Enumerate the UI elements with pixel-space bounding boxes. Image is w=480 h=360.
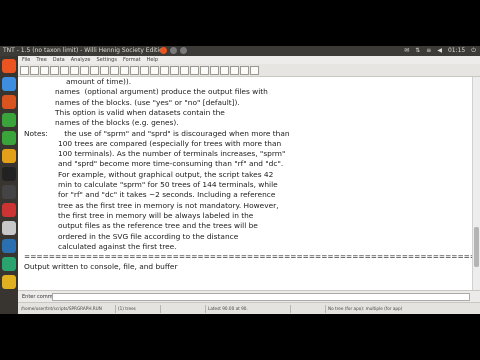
minimize-icon[interactable]: [170, 47, 177, 54]
toolbar-button[interactable]: [100, 65, 109, 75]
output-area[interactable]: amount of time)). names (optional argumen…: [18, 77, 472, 290]
launcher-app-icon[interactable]: [2, 167, 16, 181]
launcher-app-icon[interactable]: [2, 131, 16, 145]
mail-icon[interactable]: ✉: [404, 46, 409, 56]
top-panel: TNT - 1.5 (no taxon limit) - Willi Henni…: [0, 46, 480, 56]
launcher-app-icon[interactable]: [2, 185, 16, 199]
toolbar-button[interactable]: [60, 65, 69, 75]
status-tree-info: No tree (for apo): multiple (for app): [328, 306, 403, 311]
status-latest: Latest 90.00 at 90.: [208, 306, 248, 311]
status-divider: [205, 305, 206, 313]
output-line: 100 terminals). As the number of termina…: [58, 149, 286, 159]
maximize-icon[interactable]: [180, 47, 187, 54]
menu-data[interactable]: Data: [53, 56, 65, 64]
output-line: names of the blocks (e.g. genes).: [55, 118, 179, 128]
toolbar-button[interactable]: [170, 65, 179, 75]
output-line: amount of time)).: [66, 77, 132, 86]
output-line: output files as the reference tree and t…: [58, 221, 258, 231]
output-line: tree as the first tree in memory is not …: [58, 200, 279, 210]
toolbar-button[interactable]: [40, 65, 49, 75]
output-line: the first tree in memory will be always …: [58, 210, 254, 220]
launcher-app-icon[interactable]: [2, 95, 16, 109]
window-title: TNT - 1.5 (no taxon limit) - Willi Henni…: [3, 47, 167, 54]
menu-bar: File Tree Data Analyze Settings Format H…: [18, 56, 480, 64]
toolbar: [18, 64, 480, 77]
toolbar-button[interactable]: [140, 65, 149, 75]
status-divider: [290, 305, 291, 313]
launcher: [0, 56, 18, 314]
toolbar-button[interactable]: [20, 65, 29, 75]
output-line: For example, without graphical output, t…: [58, 169, 274, 179]
toolbar-button[interactable]: [130, 65, 139, 75]
menu-tree[interactable]: Tree: [36, 56, 46, 64]
output-line: names (optional argument) produce the ou…: [55, 87, 268, 97]
status-divider: [325, 305, 326, 313]
output-line: Notes: the use of "sprm" and "sprd" is d…: [24, 128, 290, 138]
vertical-scrollbar[interactable]: [472, 77, 480, 290]
clock[interactable]: 01:15: [448, 46, 465, 56]
output-line: This option is valid when datasets conta…: [55, 107, 225, 117]
power-icon[interactable]: ⏻: [471, 46, 476, 56]
toolbar-button[interactable]: [200, 65, 209, 75]
launcher-app-icon[interactable]: [2, 149, 16, 163]
launcher-app-icon[interactable]: [2, 113, 16, 127]
toolbar-button[interactable]: [220, 65, 229, 75]
toolbar-button[interactable]: [90, 65, 99, 75]
menu-help[interactable]: Help: [147, 56, 158, 64]
status-divider: [115, 305, 116, 313]
launcher-app-icon[interactable]: [2, 239, 16, 253]
status-bar: /home/user/tnt/scripts/SPRGRAPH.RUN (1) …: [18, 302, 480, 314]
launcher-app-icon[interactable]: [2, 203, 16, 217]
keyboard-icon[interactable]: ≡: [426, 46, 431, 56]
output-line: and "sprd" become more time-consuming th…: [58, 159, 284, 169]
status-file: /home/user/tnt/scripts/SPRGRAPH.RUN: [21, 306, 102, 311]
command-row: Enter command :: [18, 290, 480, 302]
network-icon[interactable]: ⇅: [415, 46, 420, 56]
toolbar-button[interactable]: [160, 65, 169, 75]
output-line: names of the blocks. (use "yes" or "no" …: [55, 97, 240, 107]
toolbar-button[interactable]: [50, 65, 59, 75]
launcher-app-icon[interactable]: [2, 59, 16, 73]
output-line: for "rf" and "dc" it takes ~2 seconds. I…: [58, 190, 276, 200]
toolbar-button[interactable]: [250, 65, 259, 75]
output-line: Output written to console, file, and buf…: [24, 262, 178, 272]
toolbar-button[interactable]: [120, 65, 129, 75]
launcher-app-icon[interactable]: [2, 77, 16, 91]
output-line: min to calculate "sprm" for 50 trees of …: [58, 180, 278, 189]
close-icon[interactable]: [160, 47, 167, 54]
volume-icon[interactable]: ◀: [437, 46, 442, 56]
output-line: 100 trees are compared (especially for t…: [58, 138, 282, 148]
toolbar-button[interactable]: [230, 65, 239, 75]
command-input[interactable]: [52, 293, 470, 301]
launcher-app-icon[interactable]: [2, 221, 16, 235]
output-line: ========================================…: [24, 252, 472, 262]
toolbar-button[interactable]: [150, 65, 159, 75]
desktop-screen: TNT - 1.5 (no taxon limit) - Willi Henni…: [0, 46, 480, 314]
toolbar-button[interactable]: [70, 65, 79, 75]
toolbar-button[interactable]: [190, 65, 199, 75]
toolbar-button[interactable]: [30, 65, 39, 75]
window-controls: [160, 47, 187, 54]
output-line: calculated against the first tree.: [58, 241, 177, 251]
system-tray: ✉ ⇅ ≡ ◀ 01:15 ⏻: [404, 46, 476, 56]
toolbar-button[interactable]: [180, 65, 189, 75]
status-divider: [160, 305, 161, 313]
toolbar-button[interactable]: [210, 65, 219, 75]
menu-settings[interactable]: Settings: [96, 56, 117, 64]
scrollbar-thumb[interactable]: [474, 227, 479, 267]
status-trees: (1) trees: [118, 306, 136, 311]
menu-file[interactable]: File: [22, 56, 30, 64]
launcher-app-icon[interactable]: [2, 257, 16, 271]
toolbar-button[interactable]: [80, 65, 89, 75]
toolbar-button[interactable]: [240, 65, 249, 75]
toolbar-button[interactable]: [110, 65, 119, 75]
output-line: ordered in the SVG file according to the…: [58, 231, 239, 241]
menu-format[interactable]: Format: [123, 56, 141, 64]
launcher-app-icon[interactable]: [2, 275, 16, 289]
menu-analyze[interactable]: Analyze: [71, 56, 91, 64]
